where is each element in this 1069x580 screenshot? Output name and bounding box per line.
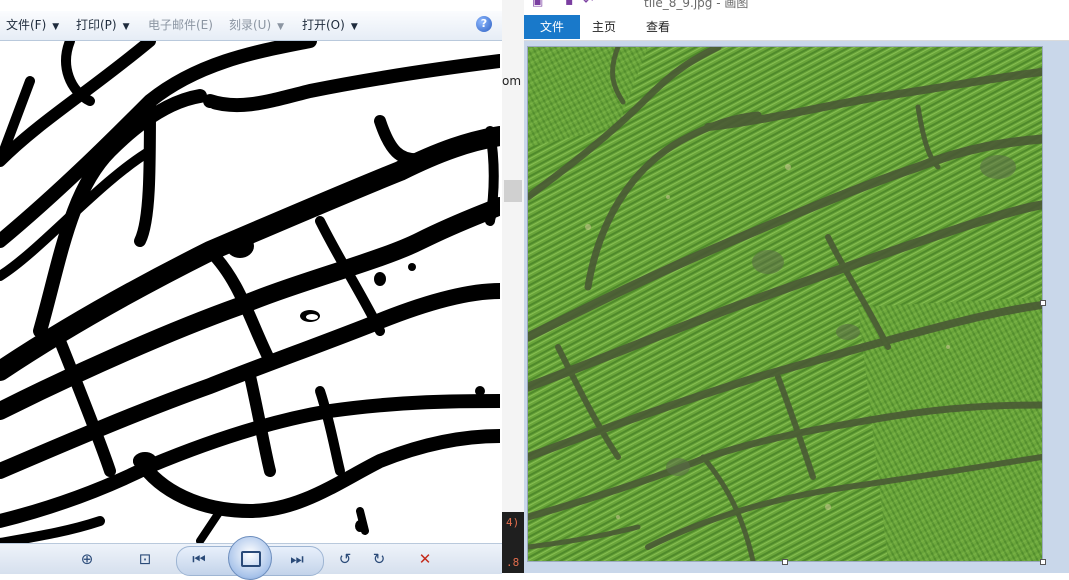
window-title: tile_8_9.jpg - 画图 bbox=[644, 0, 749, 10]
rotate-ccw-icon: ↺ bbox=[338, 550, 352, 568]
menu-open[interactable]: 打开(O) ▼ bbox=[302, 17, 358, 33]
slideshow-icon bbox=[241, 551, 261, 567]
photo-viewer-titlebar bbox=[0, 0, 502, 11]
terminal-line: 4) bbox=[506, 516, 520, 529]
resize-handle-right[interactable] bbox=[1040, 300, 1046, 306]
menu-file[interactable]: 文件(F) ▼ bbox=[6, 17, 59, 33]
menu-burn-label: 刻录(U) bbox=[229, 18, 272, 32]
rotate-cw-icon: ↻ bbox=[372, 550, 386, 568]
tab-file[interactable]: 文件 bbox=[524, 15, 580, 39]
chevron-down-icon: ▼ bbox=[122, 22, 130, 32]
rotate-ccw-button[interactable]: ↺ bbox=[334, 548, 356, 570]
editor-terminal-panel: 4) .8 bbox=[502, 512, 524, 573]
terminal-line: .8 bbox=[506, 556, 520, 569]
resize-handle-corner[interactable] bbox=[1040, 559, 1046, 565]
next-button[interactable]: ⏭ bbox=[286, 548, 308, 570]
paint-canvas-area bbox=[524, 41, 1069, 573]
actual-size-button[interactable]: ⊡ bbox=[134, 548, 156, 570]
menu-burn[interactable]: 刻录(U) ▼ bbox=[229, 17, 284, 33]
photo-viewer-window: 文件(F) ▼ 打印(P) ▼ 电子邮件(E) 刻录(U) ▼ 打开(O) ▼ ? bbox=[0, 0, 503, 580]
save-icon: ▪ bbox=[565, 0, 574, 8]
menu-email[interactable]: 电子邮件(E) bbox=[148, 17, 213, 33]
aerial-field-image[interactable] bbox=[528, 47, 1042, 561]
resize-handle-bottom[interactable] bbox=[782, 559, 788, 565]
magnifier-icon: ⊕ bbox=[80, 550, 94, 568]
paint-app-icon: ▣ bbox=[532, 0, 544, 8]
delete-icon: ✕ bbox=[418, 550, 432, 568]
menu-file-label: 文件(F) bbox=[6, 18, 47, 32]
slideshow-button[interactable] bbox=[228, 536, 272, 580]
zoom-button[interactable]: ⊕ bbox=[76, 548, 98, 570]
fit-icon: ⊡ bbox=[138, 550, 152, 568]
help-icon[interactable]: ? bbox=[476, 16, 492, 32]
tab-home[interactable]: 主页 bbox=[592, 15, 616, 39]
quick-access-toolbar[interactable]: ▣ ▪ ↶ bbox=[532, 0, 593, 8]
photo-viewer-toolbar: ⊕ ⊡ ⏮ ⏭ ↺ ↻ ✕ bbox=[0, 536, 502, 580]
segmentation-mask-image bbox=[0, 41, 500, 543]
paint-window: ▣ ▪ ↶ tile_8_9.jpg - 画图 文件 主页 查看 bbox=[524, 0, 1069, 573]
paint-titlebar: ▣ ▪ ↶ tile_8_9.jpg - 画图 bbox=[524, 0, 1069, 11]
menu-print[interactable]: 打印(P) ▼ bbox=[76, 17, 130, 33]
menu-open-label: 打开(O) bbox=[302, 18, 345, 32]
editor-partial-text: om bbox=[502, 74, 522, 88]
paint-ribbon: 文件 主页 查看 bbox=[524, 11, 1069, 41]
rotate-cw-button[interactable]: ↻ bbox=[368, 548, 390, 570]
next-icon: ⏭ bbox=[290, 550, 304, 568]
menu-email-label: 电子邮件(E) bbox=[148, 18, 213, 32]
delete-button[interactable]: ✕ bbox=[414, 548, 436, 570]
background-editor-window: om 4) .8 bbox=[502, 0, 524, 573]
menu-print-label: 打印(P) bbox=[76, 18, 117, 32]
chevron-down-icon: ▼ bbox=[52, 22, 60, 32]
undo-icon: ↶ bbox=[583, 0, 594, 8]
previous-button[interactable]: ⏮ bbox=[188, 548, 210, 570]
photo-viewer-menubar: 文件(F) ▼ 打印(P) ▼ 电子邮件(E) 刻录(U) ▼ 打开(O) ▼ ? bbox=[0, 11, 502, 41]
chevron-down-icon: ▼ bbox=[350, 22, 358, 32]
chevron-down-icon: ▼ bbox=[277, 22, 285, 32]
editor-scroll-thumb[interactable] bbox=[504, 180, 522, 202]
previous-icon: ⏮ bbox=[192, 550, 206, 568]
tab-view[interactable]: 查看 bbox=[646, 15, 670, 39]
